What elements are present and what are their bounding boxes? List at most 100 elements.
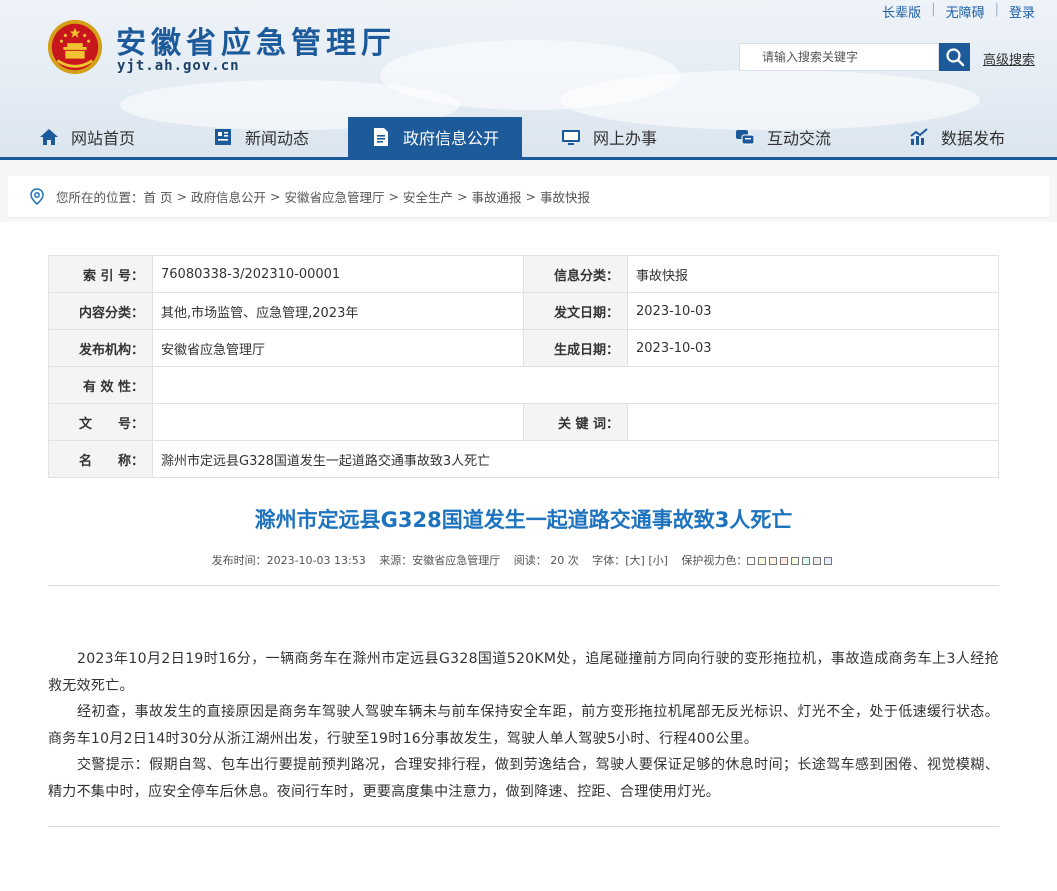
nav-online-service[interactable]: 网上办事: [522, 117, 696, 157]
read-count-label: 阅读：: [513, 554, 547, 567]
nav-label: 新闻动态: [244, 129, 309, 148]
advanced-search-link[interactable]: 高级搜索: [983, 49, 1035, 68]
nav-label: 互动交流: [766, 129, 831, 148]
content-category-value: 其他,市场监管、应急管理,2023年: [152, 292, 524, 330]
breadcrumb-item[interactable]: 首 页: [144, 187, 173, 206]
index-label: 索 引 号：: [48, 255, 153, 293]
name-value: 滁州市定远县G328国道发生一起道路交通事故致3人死亡: [152, 440, 999, 478]
chat-icon: [735, 127, 755, 147]
breadcrumb-item[interactable]: 安全生产: [403, 187, 453, 206]
eye-care-swatch[interactable]: [813, 557, 822, 565]
doc-number-value: [152, 403, 524, 441]
breadcrumb-separator: >: [270, 189, 281, 204]
document-info-table: 索 引 号： 76080338-3/202310-00001 信息分类： 事故快…: [48, 255, 999, 478]
divider: [48, 585, 999, 586]
table-row: 有 效 性：: [48, 366, 999, 404]
table-row: 发布机构： 安徽省应急管理厅 生成日期： 2023-10-03: [48, 329, 999, 367]
read-count: 20: [550, 554, 565, 567]
article-meta: 发布时间：2023-10-03 13:53 来源：安徽省应急管理厅 阅读： 20…: [48, 552, 999, 568]
search-button[interactable]: [939, 43, 970, 71]
search-icon: [945, 48, 964, 67]
index-value: 76080338-3/202310-00001: [152, 255, 524, 293]
breadcrumb-item[interactable]: 事故快报: [540, 187, 590, 206]
content-category-label: 内容分类：: [48, 292, 153, 330]
site-header: 长辈版 | 无障碍 | 登录 安徽省应急管理厅 yjt.ah.gov.cn 高级…: [0, 0, 1057, 160]
eye-care-swatch[interactable]: [824, 557, 833, 565]
search-input[interactable]: [740, 44, 938, 70]
keywords-value: [627, 403, 999, 441]
news-icon: [213, 127, 233, 147]
validity-label: 有 效 性：: [48, 366, 153, 404]
location-pin-icon: [30, 187, 44, 205]
eye-care-swatch[interactable]: [769, 557, 778, 565]
nav-news[interactable]: 新闻动态: [174, 117, 348, 157]
accessibility-link[interactable]: 无障碍: [946, 2, 985, 21]
breadcrumb-separator: >: [388, 189, 399, 204]
link-separator: |: [994, 2, 999, 17]
login-link[interactable]: 登录: [1009, 2, 1035, 21]
eye-care-swatch[interactable]: [747, 557, 756, 565]
publisher-label: 发布机构：: [48, 329, 153, 367]
main-nav: 网站首页 新闻动态 政府信息公开 网上办事 互动交流 数据发布: [0, 117, 1057, 160]
breadcrumb-prefix: 您所在的位置：: [56, 190, 144, 205]
article-body: 2023年10月2日19时16分，一辆商务车在滁州市定远县G328国道520KM…: [48, 646, 999, 805]
read-count-unit: 次: [567, 554, 579, 567]
article-source: 来源：安徽省应急管理厅: [379, 554, 501, 567]
divider: [48, 826, 999, 827]
breadcrumb-separator: >: [525, 189, 536, 204]
chart-icon: [909, 127, 929, 147]
publisher-value: 安徽省应急管理厅: [152, 329, 524, 367]
table-row: 内容分类： 其他,市场监管、应急管理,2023年 发文日期： 2023-10-0…: [48, 292, 999, 330]
category-label: 信息分类：: [523, 255, 628, 293]
publish-time: 发布时间：2023-10-03 13:53: [211, 554, 366, 567]
doc-number-label: 文 号：: [48, 403, 153, 441]
eye-care-swatch[interactable]: [780, 557, 789, 565]
breadcrumb-separator: >: [176, 189, 187, 204]
issue-date-label: 发文日期：: [523, 292, 628, 330]
nav-gov-info[interactable]: 政府信息公开: [348, 117, 522, 157]
generated-date-value: 2023-10-03: [627, 329, 999, 367]
article-paragraph: 经初查，事故发生的直接原因是商务车驾驶人驾驶车辆未与前车保持安全车距，前方变形拖…: [48, 704, 999, 747]
font-large-button[interactable]: [大]: [625, 554, 645, 567]
nav-data-release[interactable]: 数据发布: [870, 117, 1044, 157]
article-paragraph: 交警提示：假期自驾、包车出行要提前预判路况，合理安排行程，做到劳逸结合，驾驶人要…: [48, 757, 999, 800]
font-small-button[interactable]: [小]: [648, 554, 668, 567]
eye-care-swatch[interactable]: [802, 557, 811, 565]
article-title: 滁州市定远县G328国道发生一起道路交通事故致3人死亡: [254, 508, 793, 532]
search-box: [739, 43, 939, 71]
breadcrumb: 您所在的位置： 首 页 > 政府信息公开 > 安徽省应急管理厅 > 安全生产 >…: [8, 176, 1049, 218]
nav-label: 政府信息公开: [402, 129, 499, 148]
issue-date-value: 2023-10-03: [627, 292, 999, 330]
eye-care-swatch[interactable]: [758, 557, 767, 565]
elder-version-link[interactable]: 长辈版: [882, 2, 921, 21]
breadcrumb-item[interactable]: 安徽省应急管理厅: [284, 187, 384, 206]
breadcrumb-separator: >: [457, 189, 468, 204]
generated-date-label: 生成日期：: [523, 329, 628, 367]
eye-care-swatches: [747, 554, 835, 567]
eye-care-label: 保护视力色：: [681, 554, 748, 567]
link-separator: |: [931, 2, 936, 17]
category-value: 事故快报: [627, 255, 999, 293]
monitor-icon: [561, 127, 581, 147]
validity-value: [152, 366, 999, 404]
site-domain: yjt.ah.gov.cn: [117, 58, 240, 74]
breadcrumb-item[interactable]: 事故通报: [471, 187, 521, 206]
nav-interaction[interactable]: 互动交流: [696, 117, 870, 157]
name-label: 名 称：: [48, 440, 153, 478]
keywords-label: 关 键 词：: [523, 403, 628, 441]
table-row: 索 引 号： 76080338-3/202310-00001 信息分类： 事故快…: [48, 255, 999, 293]
national-emblem-icon[interactable]: [46, 18, 104, 76]
breadcrumb-item[interactable]: 政府信息公开: [191, 187, 266, 206]
nav-label: 网上办事: [592, 129, 657, 148]
nav-home[interactable]: 网站首页: [0, 117, 174, 157]
nav-label: 网站首页: [70, 129, 135, 148]
home-icon: [39, 127, 59, 147]
nav-label: 数据发布: [940, 129, 1005, 148]
article-paragraph: 2023年10月2日19时16分，一辆商务车在滁州市定远县G328国道520KM…: [48, 651, 999, 694]
font-size-label: 字体：: [592, 554, 626, 567]
table-row: 文 号： 关 键 词：: [48, 403, 999, 441]
site-title[interactable]: 安徽省应急管理厅: [116, 18, 396, 62]
eye-care-swatch[interactable]: [791, 557, 800, 565]
document-icon: [371, 127, 391, 147]
top-links: 长辈版 | 无障碍 | 登录: [882, 2, 1035, 21]
